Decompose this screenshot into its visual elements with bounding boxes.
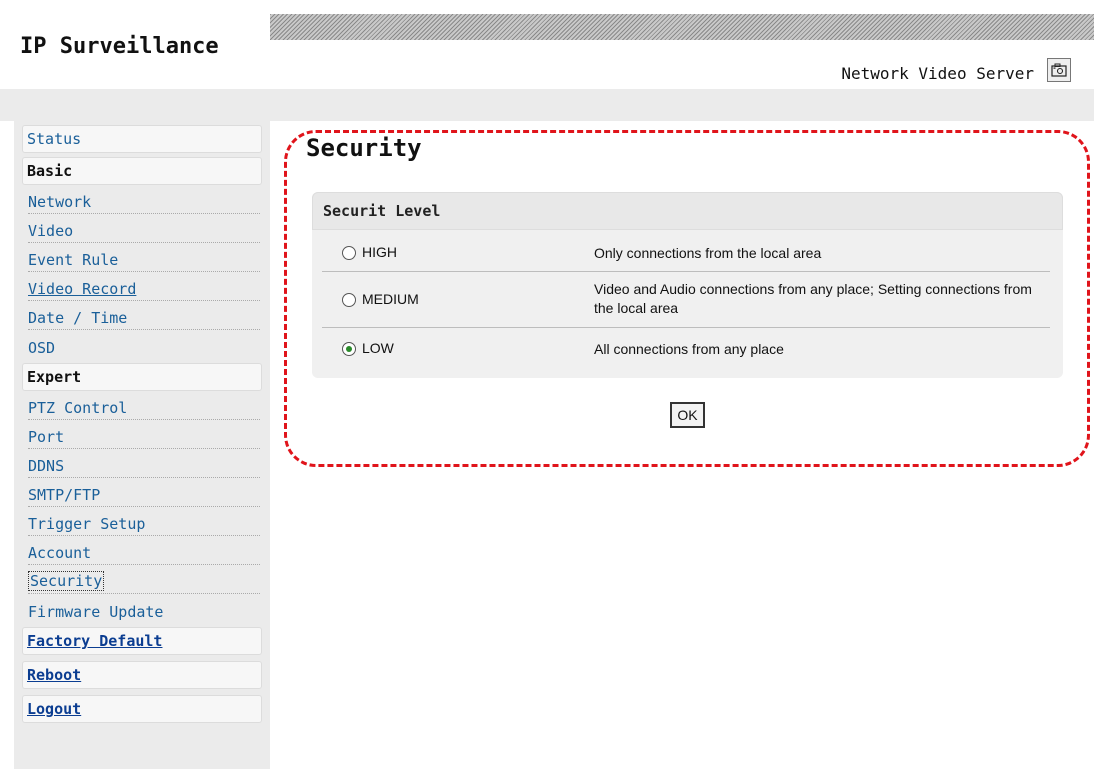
sidebar-item-label: Network (28, 193, 92, 211)
sidebar-item-video[interactable]: Video (28, 214, 260, 243)
sidebar-item-security[interactable]: Security (28, 565, 260, 594)
sidebar-item-logout[interactable]: Logout (22, 695, 262, 723)
option-label-medium: MEDIUM (362, 291, 419, 307)
sidebar-item-label: Firmware Update (28, 603, 164, 621)
sidebar-item-label: DDNS (28, 457, 65, 475)
sidebar-item-event-rule[interactable]: Event Rule (28, 243, 260, 272)
sidebar-item-osd[interactable]: OSD (28, 330, 260, 359)
page-title: Security (306, 134, 422, 162)
sidebar-item-video-record[interactable]: Video Record (28, 272, 260, 301)
option-desc-low: All connections from any place (594, 341, 784, 357)
ok-button[interactable]: OK (670, 402, 705, 428)
sidebar-item-label: OSD (28, 339, 56, 357)
sidebar-item-reboot[interactable]: Reboot (22, 661, 262, 689)
sidebar-item-network[interactable]: Network (28, 185, 260, 214)
option-row-medium: MEDIUM Video and Audio connections from … (322, 272, 1050, 328)
option-desc-medium: Video and Audio connections from any pla… (594, 281, 1032, 316)
option-row-low: LOW All connections from any place (322, 328, 1050, 370)
sidebar: Status Basic Network Video Event Rule Vi… (14, 121, 270, 769)
sidebar-heading-expert: Expert (22, 363, 262, 391)
sidebar-item-label: PTZ Control (28, 399, 128, 417)
sidebar-item-trigger-setup[interactable]: Trigger Setup (28, 507, 260, 536)
radio-high[interactable] (342, 246, 356, 260)
option-desc-high: Only connections from the local area (594, 245, 822, 261)
sidebar-heading-basic: Basic (22, 157, 262, 185)
camera-button[interactable] (1047, 58, 1071, 82)
sidebar-item-account[interactable]: Account (28, 536, 260, 565)
sidebar-item-firmware-update[interactable]: Firmware Update (28, 594, 260, 623)
sidebar-item-ptz-control[interactable]: PTZ Control (28, 391, 260, 420)
header-stripe (270, 14, 1094, 40)
sidebar-item-ddns[interactable]: DDNS (28, 449, 260, 478)
sidebar-item-port[interactable]: Port (28, 420, 260, 449)
option-row-high: HIGH Only connections from the local are… (322, 234, 1050, 272)
option-label-low: LOW (362, 340, 394, 356)
sidebar-item-label: SMTP/FTP (28, 486, 101, 504)
product-name: Network Video Server (841, 64, 1034, 83)
camera-icon (1051, 63, 1067, 77)
sidebar-item-status[interactable]: Status (22, 125, 262, 153)
sidebar-item-smtp-ftp[interactable]: SMTP/FTP (28, 478, 260, 507)
sidebar-item-label: Account (28, 544, 92, 562)
app-title: IP Surveillance (20, 34, 219, 59)
header-gray-bar (0, 89, 1094, 121)
sidebar-item-factory-default[interactable]: Factory Default (22, 627, 262, 655)
sidebar-item-label: Video Record (28, 280, 137, 298)
sidebar-item-label: Port (28, 428, 65, 446)
option-label-high: HIGH (362, 244, 397, 260)
sidebar-item-label: Trigger Setup (28, 515, 146, 533)
sidebar-item-label: Video (28, 222, 74, 240)
sidebar-item-date-time[interactable]: Date / Time (28, 301, 260, 330)
sidebar-item-label: Event Rule (28, 251, 119, 269)
security-level-panel: Securit Level HIGH Only connections from… (312, 192, 1063, 378)
radio-medium[interactable] (342, 293, 356, 307)
section-heading: Securit Level (312, 192, 1063, 230)
radio-low[interactable] (342, 342, 356, 356)
sidebar-item-label: Security (28, 571, 105, 591)
sidebar-item-label: Date / Time (28, 309, 128, 327)
